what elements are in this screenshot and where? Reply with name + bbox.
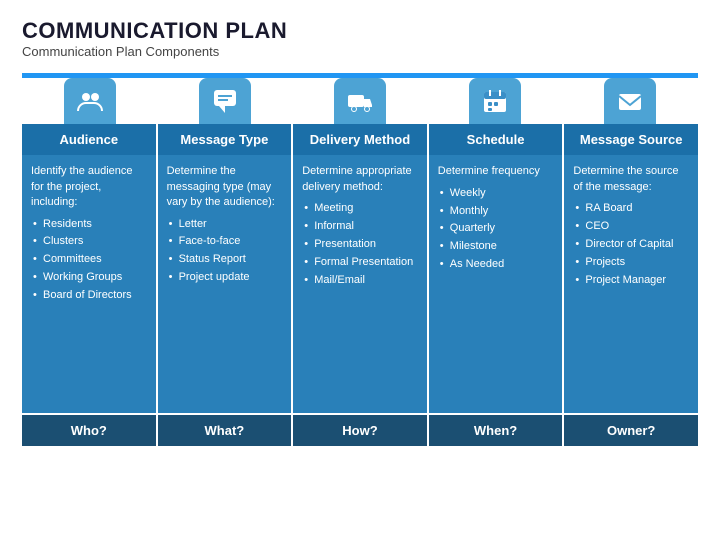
column-icon-1 xyxy=(199,78,251,124)
list-item: Weekly xyxy=(438,186,554,201)
list-item: Project update xyxy=(167,270,283,285)
header-row: AudienceMessage TypeDelivery MethodSched… xyxy=(22,124,698,155)
body-intro-2: Determine appropriate delivery method: xyxy=(302,164,418,195)
column-icon-0 xyxy=(64,78,116,124)
list-item: Face-to-face xyxy=(167,234,283,249)
body-intro-0: Identify the audience for the project, i… xyxy=(31,164,147,210)
list-item: As Needed xyxy=(438,257,554,272)
header-cell-3: Schedule xyxy=(429,124,565,155)
list-item: Meeting xyxy=(302,201,418,216)
icon-cell-1 xyxy=(157,78,292,124)
list-item: Letter xyxy=(167,217,283,232)
icon-cell-0 xyxy=(22,78,157,124)
icon-row xyxy=(22,78,698,124)
icon-cell-3 xyxy=(428,78,563,124)
list-item: RA Board xyxy=(573,201,689,216)
footer-cell-0: Who? xyxy=(22,415,158,446)
list-item: Projects xyxy=(573,255,689,270)
column-icon-3 xyxy=(469,78,521,124)
communication-plan-table: AudienceMessage TypeDelivery MethodSched… xyxy=(22,73,698,446)
list-item: Director of Capital xyxy=(573,237,689,252)
icon-cell-4 xyxy=(563,78,698,124)
list-item: Project Manager xyxy=(573,273,689,288)
body-intro-1: Determine the messaging type (may vary b… xyxy=(167,164,283,210)
body-cell-2: Determine appropriate delivery method: Me… xyxy=(293,155,429,415)
list-item: Mail/Email xyxy=(302,273,418,288)
list-item: Committees xyxy=(31,252,147,267)
list-item: Quarterly xyxy=(438,221,554,236)
footer-cell-2: How? xyxy=(293,415,429,446)
list-item: CEO xyxy=(573,219,689,234)
list-item: Monthly xyxy=(438,204,554,219)
list-item: Working Groups xyxy=(31,270,147,285)
list-item: Board of Directors xyxy=(31,288,147,303)
footer-cell-3: When? xyxy=(429,415,565,446)
body-cell-3: Determine frequency Weekly Monthly Quarterl… xyxy=(429,155,565,415)
body-row: Identify the audience for the project, i… xyxy=(22,155,698,415)
list-item: Presentation xyxy=(302,237,418,252)
footer-cell-4: Owner? xyxy=(564,415,698,446)
icon-cell-2 xyxy=(292,78,427,124)
body-cell-1: Determine the messaging type (may vary b… xyxy=(158,155,294,415)
list-item: Status Report xyxy=(167,252,283,267)
header-cell-4: Message Source xyxy=(564,124,698,155)
list-item: Milestone xyxy=(438,239,554,254)
page-subtitle: Communication Plan Components xyxy=(22,44,698,59)
header-cell-2: Delivery Method xyxy=(293,124,429,155)
list-item: Residents xyxy=(31,217,147,232)
list-item: Clusters xyxy=(31,234,147,249)
body-intro-3: Determine frequency xyxy=(438,164,554,179)
list-item: Informal xyxy=(302,219,418,234)
footer-row: Who?What?How?When?Owner? xyxy=(22,415,698,446)
header-cell-1: Message Type xyxy=(158,124,294,155)
body-intro-4: Determine the source of the message: xyxy=(573,164,689,195)
page-title: COMMUNICATION PLAN xyxy=(22,18,698,44)
body-cell-0: Identify the audience for the project, i… xyxy=(22,155,158,415)
header-cell-0: Audience xyxy=(22,124,158,155)
list-item: Formal Presentation xyxy=(302,255,418,270)
footer-cell-1: What? xyxy=(158,415,294,446)
column-icon-4 xyxy=(604,78,656,124)
column-icon-2 xyxy=(334,78,386,124)
body-cell-4: Determine the source of the message: RA B… xyxy=(564,155,698,415)
